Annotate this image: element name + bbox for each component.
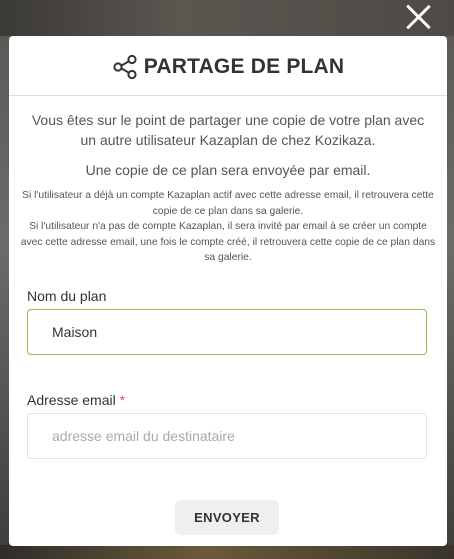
background-overlay-right <box>446 36 454 559</box>
close-icon[interactable] <box>404 2 432 30</box>
plan-name-label: Nom du plan <box>27 288 107 304</box>
account-note-existing: Si l'utilisateur a déjà un compte Kazapl… <box>22 190 434 217</box>
email-label-row: Adresse email * <box>27 392 125 408</box>
email-input[interactable] <box>27 413 427 459</box>
modal-title: PARTAGE DE PLAN <box>143 54 345 78</box>
share-plan-modal: PARTAGE DE PLAN Vous êtes sur le point d… <box>9 36 447 546</box>
email-info-text: Une copie de ce plan sera envoyée par em… <box>85 162 371 178</box>
plan-name-input[interactable] <box>27 309 427 355</box>
account-note: Si l'utilisateur a déjà un compte Kazapl… <box>9 188 447 266</box>
intro-text: Vous êtes sur le point de partager une c… <box>31 112 425 148</box>
send-button[interactable]: ENVOYER <box>175 500 279 535</box>
modal-header: PARTAGE DE PLAN <box>9 36 447 96</box>
background-overlay-top <box>0 0 454 36</box>
email-label: Adresse email <box>27 392 116 408</box>
share-icon <box>112 54 138 80</box>
account-note-new: Si l'utilisateur n'a pas de compte Kazap… <box>20 221 436 263</box>
required-marker: * <box>119 392 126 408</box>
background-overlay-bottom <box>0 545 454 559</box>
